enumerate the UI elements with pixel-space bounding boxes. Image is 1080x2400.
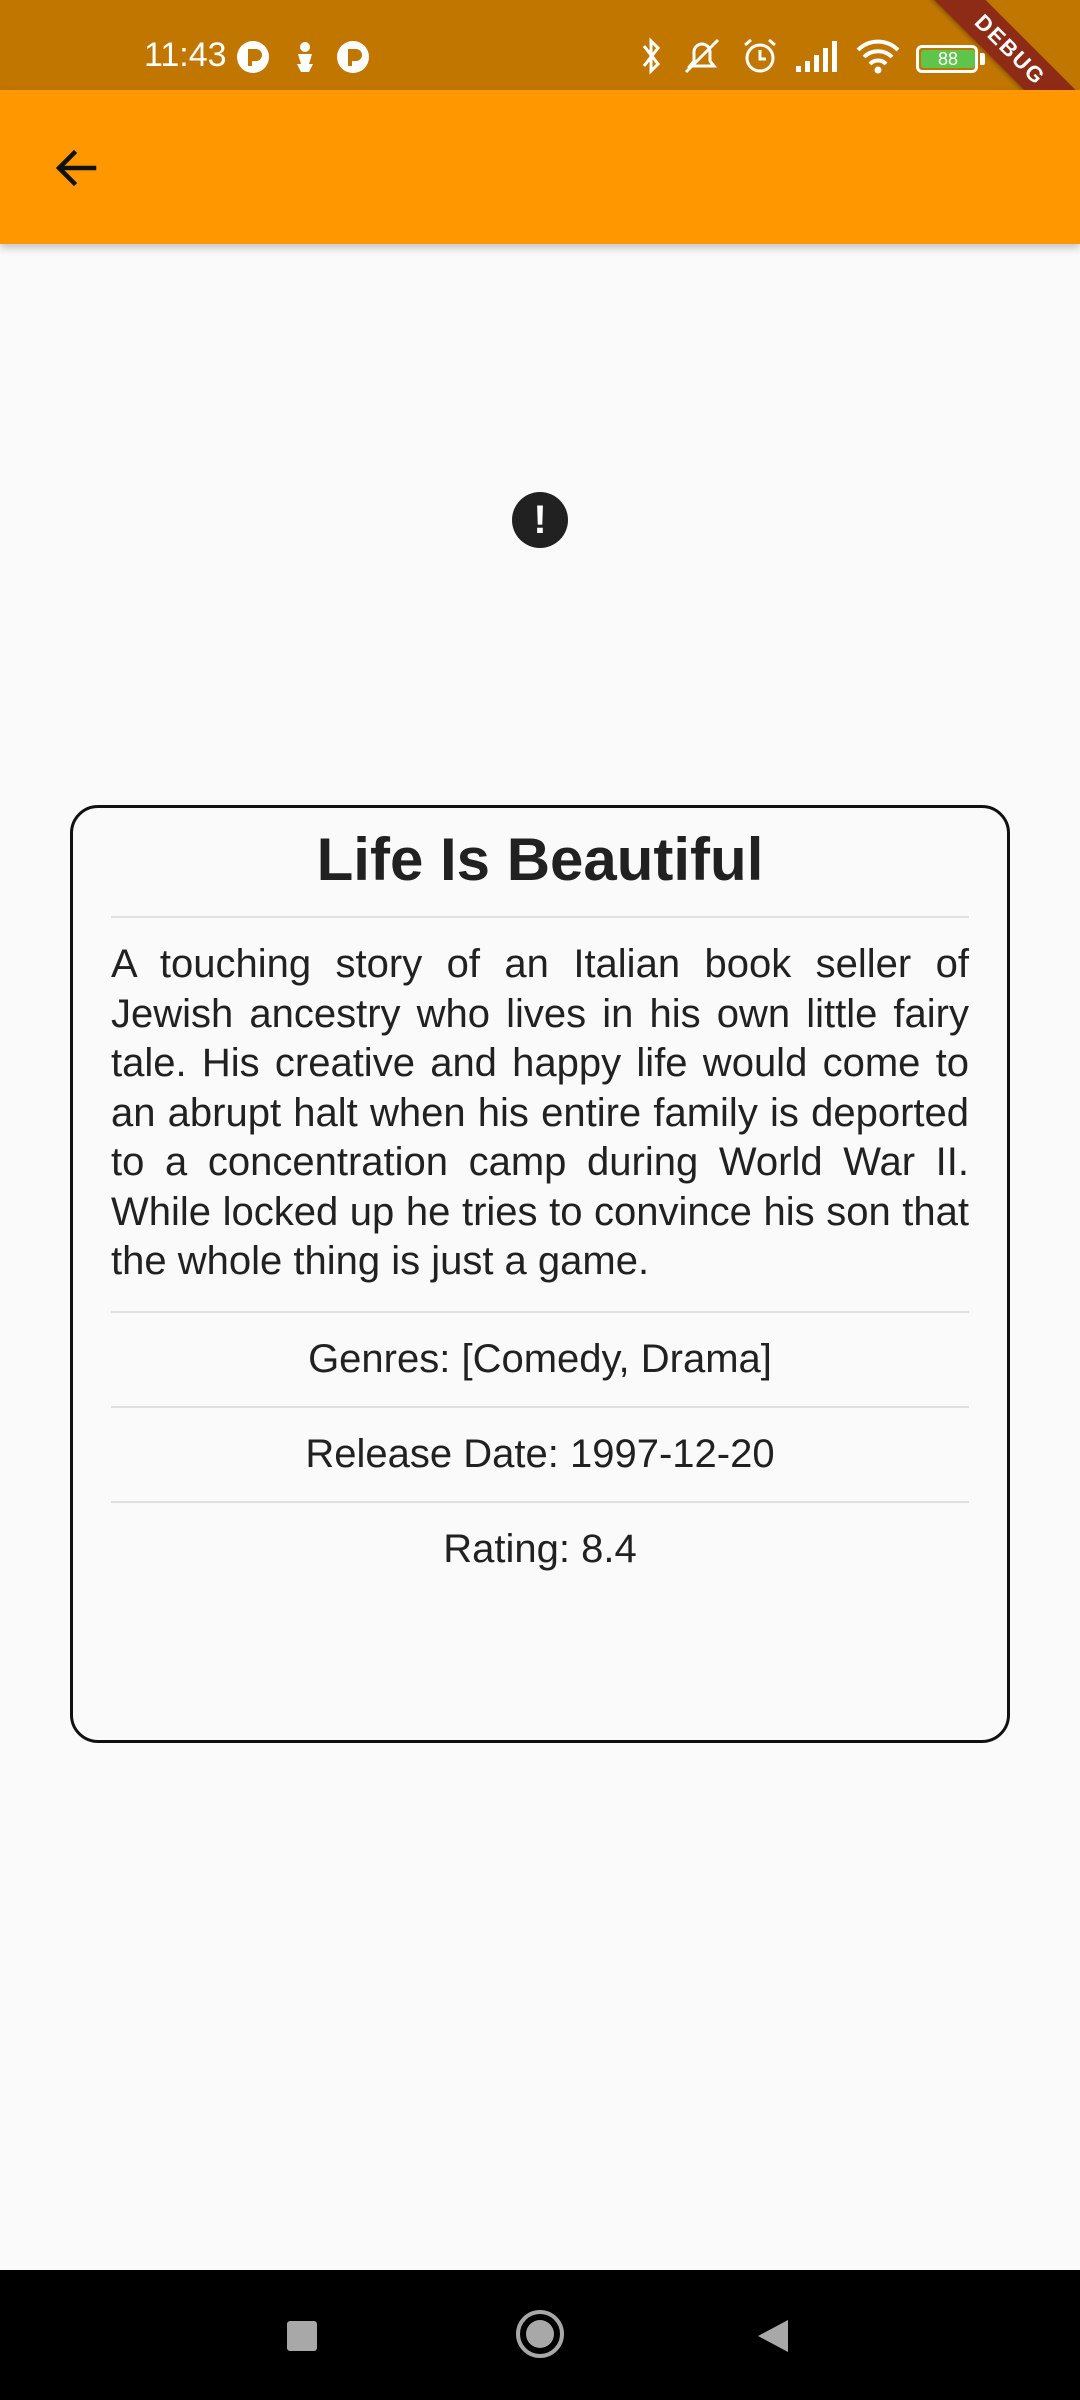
mute-bell-icon	[680, 36, 724, 81]
notification-p-icon-2	[336, 40, 370, 79]
bluetooth-icon	[636, 36, 666, 81]
error-icon: !	[512, 492, 568, 548]
alarm-icon	[740, 36, 780, 81]
back-triangle-icon[interactable]	[756, 2318, 790, 2359]
battery-tip	[980, 53, 985, 65]
home-circle-icon[interactable]	[516, 2310, 564, 2358]
movie-rating: Rating: 8.4	[443, 1526, 637, 1571]
app-bar	[0, 90, 1080, 244]
movie-overview: A touching story of an Italian book sell…	[111, 942, 969, 1283]
home-circle-inner	[526, 2320, 554, 2348]
notification-figure-icon	[290, 40, 320, 79]
status-time: 11:43	[144, 36, 227, 74]
movie-release-date: Release Date: 1997-12-20	[305, 1431, 775, 1476]
notification-p-icon	[236, 40, 270, 79]
movie-details-card: Life Is Beautiful A touching story of an…	[70, 805, 1010, 1743]
system-nav-bar	[0, 2270, 1080, 2400]
status-bar: 11:43 88 DEBUG	[0, 0, 1080, 155]
wifi-icon	[854, 36, 902, 81]
arrow-back-icon	[52, 144, 100, 197]
battery-level: 88	[921, 50, 975, 68]
signal-icon	[794, 36, 840, 81]
back-button[interactable]	[36, 130, 116, 210]
movie-genres: Genres: [Comedy, Drama]	[308, 1336, 772, 1381]
battery-icon: 88	[916, 45, 978, 73]
movie-title: Life Is Beautiful	[316, 826, 764, 893]
recents-square-icon[interactable]	[287, 2321, 317, 2351]
